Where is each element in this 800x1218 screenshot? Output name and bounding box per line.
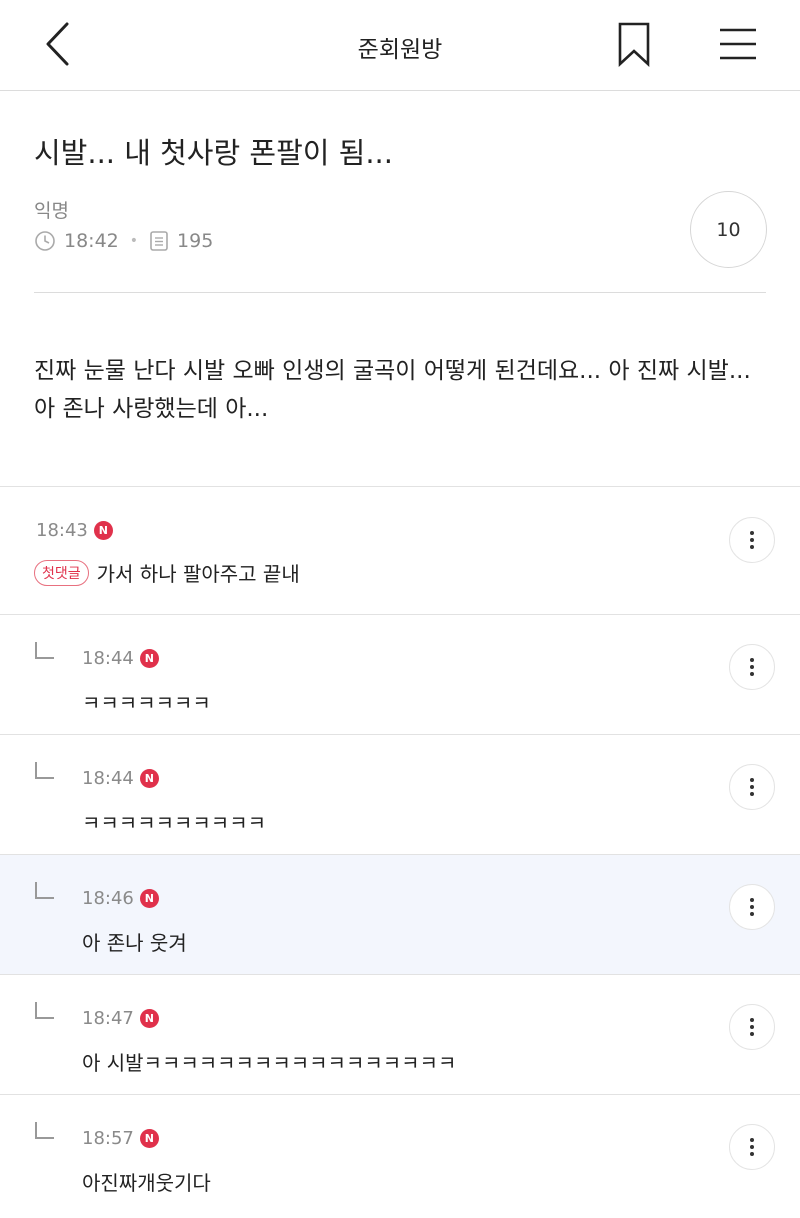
post-author: 익명 — [34, 200, 69, 222]
comment-more-button[interactable] — [729, 1124, 775, 1170]
comment-count-button[interactable]: 10 — [690, 191, 767, 268]
reply-arrow-icon — [35, 882, 54, 899]
top-bar: 준회원방 — [0, 0, 800, 91]
meta-separator: • — [129, 233, 139, 249]
comment-time: 18:57 — [82, 1128, 134, 1149]
reply-item: 18:44 N ㅋㅋㅋㅋㅋㅋㅋ — [0, 614, 800, 734]
clock-icon — [35, 231, 55, 251]
comment-text: ㅋㅋㅋㅋㅋㅋㅋㅋㅋㅋ — [82, 811, 266, 835]
more-vertical-icon — [750, 531, 754, 549]
comment-time: 18:46 — [82, 888, 134, 909]
comment-time-row: 18:57 N — [82, 1128, 159, 1149]
reply-arrow-icon — [35, 1122, 54, 1139]
post-body: 진짜 눈물 난다 시발 오빠 인생의 굴곡이 어떻게 된건데요... 아 진짜 … — [34, 358, 751, 422]
new-badge: N — [93, 521, 113, 540]
comment-time-row: 18:44 N — [82, 648, 159, 669]
comment-time: 18:44 — [82, 648, 134, 669]
comment-time-row: 18:44 N — [82, 768, 159, 789]
hamburger-menu-icon — [720, 28, 756, 60]
comment-more-button[interactable] — [729, 1004, 775, 1050]
comment-more-button[interactable] — [729, 644, 775, 690]
comment-text: 아진짜개웃기다 — [82, 1171, 211, 1195]
comment-more-button[interactable] — [729, 517, 775, 563]
reply-arrow-icon — [35, 642, 54, 659]
comment-text: 가서 하나 팔아주고 끝내 — [96, 562, 300, 586]
more-vertical-icon — [750, 778, 754, 796]
post-time: 18:42 — [64, 230, 119, 252]
more-vertical-icon — [750, 898, 754, 916]
reply-arrow-icon — [35, 762, 54, 779]
reply-item: 18:57 N 아진짜개웃기다 — [0, 1094, 800, 1214]
comment-time-row: 18:46 N — [82, 888, 159, 909]
comment-more-button[interactable] — [729, 764, 775, 810]
post-title: 시발... 내 첫사랑 폰팔이 됨... — [34, 136, 393, 170]
comment-text: 아 시발ㅋㅋㅋㅋㅋㅋㅋㅋㅋㅋㅋㅋㅋㅋㅋㅋㅋ — [82, 1051, 457, 1075]
comment-time-row: 18:47 N — [82, 1008, 159, 1029]
comment-time-row: 18:43 N — [36, 520, 113, 541]
bookmark-icon — [618, 22, 650, 67]
comment-text-row: 첫댓글 가서 하나 팔아주고 끝내 — [34, 558, 300, 587]
page-title: 준회원방 — [357, 37, 443, 63]
comment-list: 18:43 N 첫댓글 가서 하나 팔아주고 끝내 18:44 N ㅋㅋㅋㅋㅋㅋ… — [0, 486, 800, 1214]
comment-time: 18:47 — [82, 1008, 134, 1029]
reply-item-highlighted: 18:46 N 아 존나 웃겨 — [0, 854, 800, 974]
comment-time: 18:43 — [36, 520, 88, 541]
new-badge: N — [139, 889, 159, 908]
post-views: 195 — [177, 230, 214, 252]
new-badge: N — [139, 649, 159, 668]
post-meta: 18:42 • 195 — [34, 228, 213, 254]
comment-item: 18:43 N 첫댓글 가서 하나 팔아주고 끝내 — [0, 486, 800, 614]
divider — [34, 292, 766, 293]
more-vertical-icon — [750, 658, 754, 676]
new-badge: N — [139, 1009, 159, 1028]
bookmark-button[interactable] — [614, 20, 654, 68]
comment-text: 아 존나 웃겨 — [82, 931, 187, 955]
reply-item: 18:47 N 아 시발ㅋㅋㅋㅋㅋㅋㅋㅋㅋㅋㅋㅋㅋㅋㅋㅋㅋ — [0, 974, 800, 1094]
comment-time: 18:44 — [82, 768, 134, 789]
first-comment-badge: 첫댓글 — [34, 559, 89, 586]
comment-text: ㅋㅋㅋㅋㅋㅋㅋ — [82, 691, 211, 715]
reply-item: 18:44 N ㅋㅋㅋㅋㅋㅋㅋㅋㅋㅋ — [0, 734, 800, 854]
comment-more-button[interactable] — [729, 884, 775, 930]
more-vertical-icon — [750, 1138, 754, 1156]
reply-arrow-icon — [35, 1002, 54, 1019]
new-badge: N — [139, 1129, 159, 1148]
new-badge: N — [139, 769, 159, 788]
menu-button[interactable] — [716, 24, 760, 64]
views-icon — [150, 231, 168, 251]
more-vertical-icon — [750, 1018, 754, 1036]
